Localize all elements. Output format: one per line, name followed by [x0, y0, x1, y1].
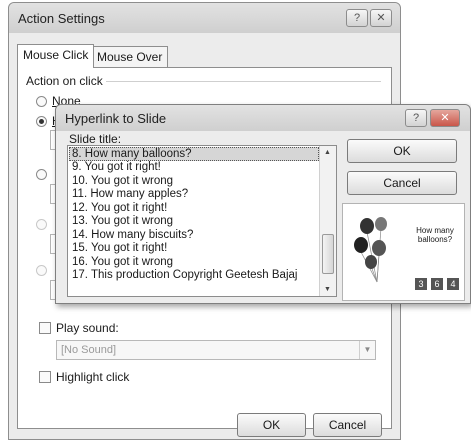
inner-help-button[interactable]: ? [405, 109, 427, 127]
scroll-up-icon[interactable]: ▲ [324, 149, 331, 156]
radio-run-macro [36, 219, 47, 230]
inner-title-bar: Hyperlink to Slide ? ✕ [56, 105, 470, 131]
preview-caption-line1: How many [416, 226, 454, 235]
preview-question: How many balloons? [409, 226, 461, 244]
play-sound-label: Play sound: [56, 321, 119, 335]
cancel-button[interactable]: Cancel [313, 413, 382, 437]
radio-run-program[interactable] [36, 169, 47, 180]
tab-mouse-click[interactable]: Mouse Click [17, 44, 95, 68]
sound-select-value: [No Sound] [61, 344, 117, 356]
balloons-icon [354, 217, 387, 283]
radio-hyperlink[interactable] [36, 116, 47, 127]
title-bar: Action Settings ? ✕ [9, 3, 400, 33]
hyperlink-to-slide-dialog: Hyperlink to Slide ? ✕ Slide title: 8. H… [55, 104, 471, 304]
list-item[interactable]: 9. You got it right! [68, 161, 336, 175]
inner-ok-button[interactable]: OK [347, 139, 457, 163]
list-item[interactable]: 8. How many balloons? [69, 147, 319, 161]
ok-button[interactable]: OK [237, 413, 306, 437]
help-button[interactable]: ? [346, 9, 368, 27]
close-button[interactable]: ✕ [370, 9, 392, 27]
slide-title-label: Slide title: [69, 132, 122, 146]
chevron-down-icon: ▼ [359, 341, 375, 359]
slide-preview: How many balloons? 3 6 4 [342, 203, 465, 301]
radio-none[interactable] [36, 96, 47, 107]
slide-list[interactable]: 8. How many balloons? 9. You got it righ… [67, 145, 337, 297]
list-item[interactable]: 16. You got it wrong [68, 256, 336, 270]
inner-dialog-title: Hyperlink to Slide [65, 111, 167, 126]
list-scrollbar[interactable]: ▲ ▼ [319, 146, 336, 296]
dialog-title: Action Settings [18, 11, 105, 26]
list-item[interactable]: 17. This production Copyright Geetesh Ba… [68, 269, 336, 283]
list-item[interactable]: 15. You got it right! [68, 242, 336, 256]
radio-object-action [36, 265, 47, 276]
highlight-click-checkbox[interactable] [39, 371, 51, 383]
list-item[interactable]: 13. You got it wrong [68, 215, 336, 229]
preview-choice: 3 [415, 278, 427, 290]
preview-choice: 6 [431, 278, 443, 290]
preview-caption-line2: balloons? [417, 235, 453, 244]
tab-mouse-over[interactable]: Mouse Over [91, 46, 169, 68]
group-divider [106, 81, 381, 82]
inner-close-button[interactable]: ✕ [430, 109, 460, 127]
preview-choice: 4 [447, 278, 459, 290]
list-item[interactable]: 11. How many apples? [68, 188, 336, 202]
inner-cancel-button[interactable]: Cancel [347, 171, 457, 195]
list-item[interactable]: 14. How many biscuits? [68, 229, 336, 243]
highlight-click-label: Highlight click [56, 370, 130, 384]
list-item[interactable]: 10. You got it wrong [68, 175, 336, 189]
scroll-down-icon[interactable]: ▼ [324, 286, 331, 293]
list-item[interactable]: 12. You got it right! [68, 202, 336, 216]
play-sound-checkbox[interactable] [39, 322, 51, 334]
sound-select[interactable]: [No Sound] ▼ [56, 340, 376, 360]
action-on-click-label: Action on click [26, 74, 107, 88]
scroll-thumb[interactable] [322, 234, 334, 274]
